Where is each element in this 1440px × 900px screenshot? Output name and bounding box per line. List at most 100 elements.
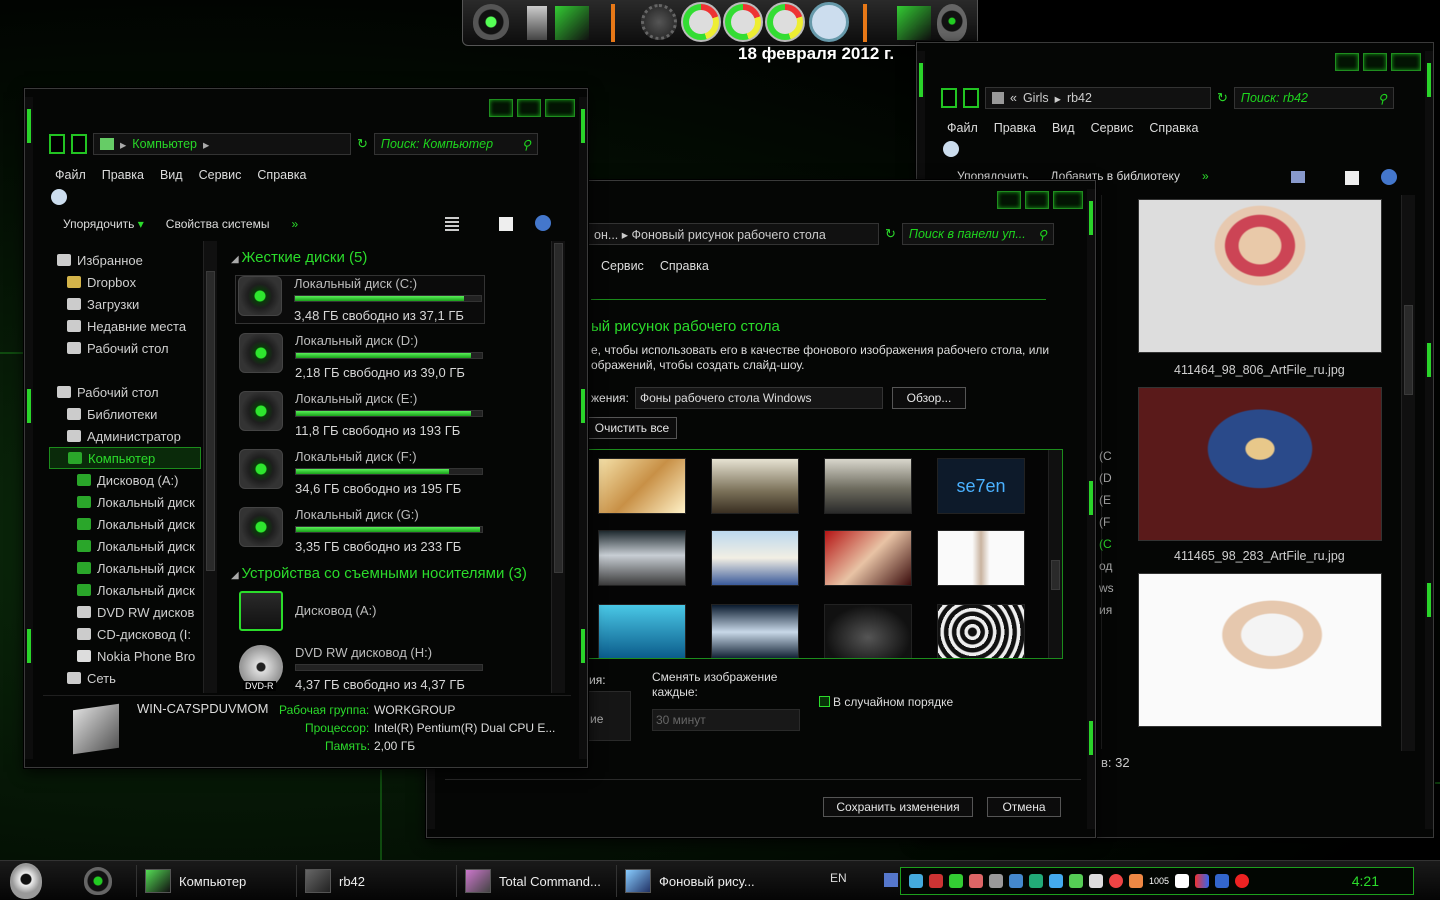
- battery-tray-icon[interactable]: [1069, 874, 1083, 888]
- wallpaper-thumbnail[interactable]: [824, 530, 912, 586]
- forward-button[interactable]: [71, 134, 87, 154]
- keyboard-icon[interactable]: [884, 873, 898, 887]
- removable-item[interactable]: Дисковод (A:): [239, 591, 376, 631]
- computer-icon[interactable]: [897, 6, 931, 40]
- tree-item[interactable]: Nokia Phone Bro: [49, 645, 201, 667]
- menu-edit[interactable]: Правка: [994, 121, 1036, 135]
- preview-pane-icon[interactable]: [1345, 171, 1359, 185]
- menu-help[interactable]: Справка: [660, 259, 709, 273]
- tool-tray-icon[interactable]: [1129, 874, 1143, 888]
- cancel-button[interactable]: Отмена: [987, 797, 1061, 817]
- scrollbar[interactable]: [203, 241, 217, 693]
- scrollbar[interactable]: [551, 241, 565, 693]
- tree-item[interactable]: Недавние места: [49, 315, 201, 337]
- close-button[interactable]: [1053, 191, 1083, 209]
- drive-item[interactable]: Локальный диск (C:) 3,48 ГБ свободно из 3…: [235, 275, 485, 324]
- stop-tray-icon[interactable]: [1235, 874, 1250, 888]
- tray-clock[interactable]: 4:21: [1352, 873, 1379, 889]
- collapse-arrow-icon[interactable]: ◢: [231, 254, 241, 265]
- tree-item[interactable]: CD-дисковод (I:: [49, 623, 201, 645]
- forward-button[interactable]: [963, 88, 979, 108]
- taskbar-item-total-commander[interactable]: Total Command...: [456, 865, 608, 897]
- tree-item[interactable]: Библиотеки: [49, 403, 201, 425]
- search-input[interactable]: Поиск в панели уп... ⚲: [901, 223, 1054, 245]
- tree-item[interactable]: Локальный диск: [49, 579, 201, 601]
- menu-help[interactable]: Справка: [257, 168, 306, 182]
- hdd-section-header[interactable]: ◢ Жесткие диски (5): [231, 249, 367, 266]
- gear-icon[interactable]: [641, 4, 677, 40]
- bluetooth-tray-icon[interactable]: [1215, 874, 1230, 888]
- tree-item[interactable]: Dropbox: [49, 271, 201, 293]
- window-computer[interactable]: ▸ Компьютер ▸ ↻ Поиск: Компьютер ⚲ Файл П…: [24, 88, 588, 768]
- drive-item[interactable]: Локальный диск (F:) 34,6 ГБ свободно из 1…: [239, 449, 483, 496]
- view-icon[interactable]: [1291, 171, 1305, 183]
- taskbar-item-wallpaper[interactable]: Фоновый рису...: [616, 865, 768, 897]
- address-bar[interactable]: « Girls ▸ rb42: [985, 87, 1211, 109]
- tree-item[interactable]: Рабочий стол: [49, 381, 201, 403]
- clear-all-button[interactable]: Очистить все: [587, 417, 677, 439]
- tree-item[interactable]: Локальный диск: [49, 513, 201, 535]
- menu-file[interactable]: Файл: [55, 168, 86, 182]
- menu-help[interactable]: Справка: [1149, 121, 1198, 135]
- address-bar[interactable]: он... ▸ Фоновый рисунок рабочего стола: [587, 223, 879, 245]
- file-name[interactable]: 411465_98_283_ArtFile_ru.jpg: [1174, 549, 1345, 563]
- menu-tools[interactable]: Сервис: [1091, 121, 1134, 135]
- tray-counter[interactable]: 1005: [1149, 876, 1169, 886]
- tree-item[interactable]: Дисковод (A:): [49, 469, 201, 491]
- menu-edit[interactable]: Правка: [102, 168, 144, 182]
- save-changes-button[interactable]: Сохранить изменения: [823, 797, 973, 817]
- back-button[interactable]: [941, 88, 957, 108]
- preview-pane-icon[interactable]: [499, 217, 513, 231]
- security-tray-icon[interactable]: [1109, 874, 1123, 888]
- flag-tray-icon[interactable]: [929, 874, 943, 888]
- network-tray-icon[interactable]: [909, 874, 923, 888]
- wallpaper-thumbnail[interactable]: [711, 530, 799, 586]
- maximize-button[interactable]: [517, 99, 541, 117]
- help-icon[interactable]: [535, 215, 551, 231]
- search-icon[interactable]: ⚲: [1038, 227, 1047, 242]
- organize-button[interactable]: Упорядочить ▾: [63, 217, 144, 231]
- refresh-icon[interactable]: ↻: [885, 226, 896, 242]
- drive-item[interactable]: Локальный диск (G:) 3,35 ГБ свободно из 2…: [239, 507, 483, 554]
- wallpaper-thumbnail[interactable]: [598, 530, 686, 586]
- skype-tray-icon[interactable]: [1049, 874, 1063, 888]
- tree-item[interactable]: Локальный диск: [49, 535, 201, 557]
- menu-view[interactable]: Вид: [1052, 121, 1075, 135]
- close-button[interactable]: [1391, 53, 1421, 71]
- taskbar-item-computer[interactable]: Компьютер: [136, 865, 288, 897]
- browse-button[interactable]: Обзор...: [892, 387, 966, 409]
- language-indicator[interactable]: EN: [830, 871, 847, 885]
- collapse-arrow-icon[interactable]: ◢: [231, 570, 241, 581]
- flag-us-tray-icon[interactable]: [1089, 874, 1103, 888]
- breadcrumb-rb42[interactable]: rb42: [1067, 91, 1092, 105]
- alien-gadget-icon[interactable]: [473, 4, 509, 40]
- back-button[interactable]: [49, 134, 65, 154]
- refresh-icon[interactable]: ↻: [1217, 90, 1228, 106]
- system-properties-button[interactable]: Свойства системы: [166, 217, 270, 231]
- maximize-button[interactable]: [1025, 191, 1049, 209]
- shield-tray-icon[interactable]: [1029, 874, 1043, 888]
- tree-item[interactable]: Рабочий стол: [49, 337, 201, 359]
- refresh-icon[interactable]: ↻: [357, 136, 368, 152]
- help-globe-icon[interactable]: [943, 141, 959, 157]
- wallpaper-thumbnail[interactable]: [824, 604, 912, 658]
- signal-tray-icon[interactable]: [989, 874, 1003, 888]
- more-commands-button[interactable]: »: [1202, 169, 1209, 183]
- shuffle-checkbox[interactable]: [819, 696, 830, 707]
- location-select[interactable]: Фоны рабочего стола Windows: [635, 387, 883, 409]
- tree-item[interactable]: Компьютер: [49, 447, 201, 469]
- search-input[interactable]: Поиск: Компьютер ⚲: [373, 133, 538, 155]
- wallpaper-thumbnail[interactable]: [937, 604, 1025, 658]
- tree-item[interactable]: Администратор: [49, 425, 201, 447]
- wallpaper-thumbnail[interactable]: se7en: [937, 458, 1025, 514]
- minimize-button[interactable]: [1335, 53, 1359, 71]
- position-select[interactable]: ие: [587, 691, 631, 741]
- help-icon[interactable]: [1381, 169, 1397, 185]
- computer-icon[interactable]: [555, 6, 589, 40]
- wallpaper-thumbnail[interactable]: [937, 530, 1025, 586]
- wallpaper-thumbnail[interactable]: [711, 458, 799, 514]
- scrollbar[interactable]: [1048, 450, 1062, 658]
- photo-thumbnail[interactable]: [1138, 199, 1382, 353]
- recycle-icon[interactable]: [527, 6, 547, 40]
- help-globe-icon[interactable]: [51, 189, 67, 205]
